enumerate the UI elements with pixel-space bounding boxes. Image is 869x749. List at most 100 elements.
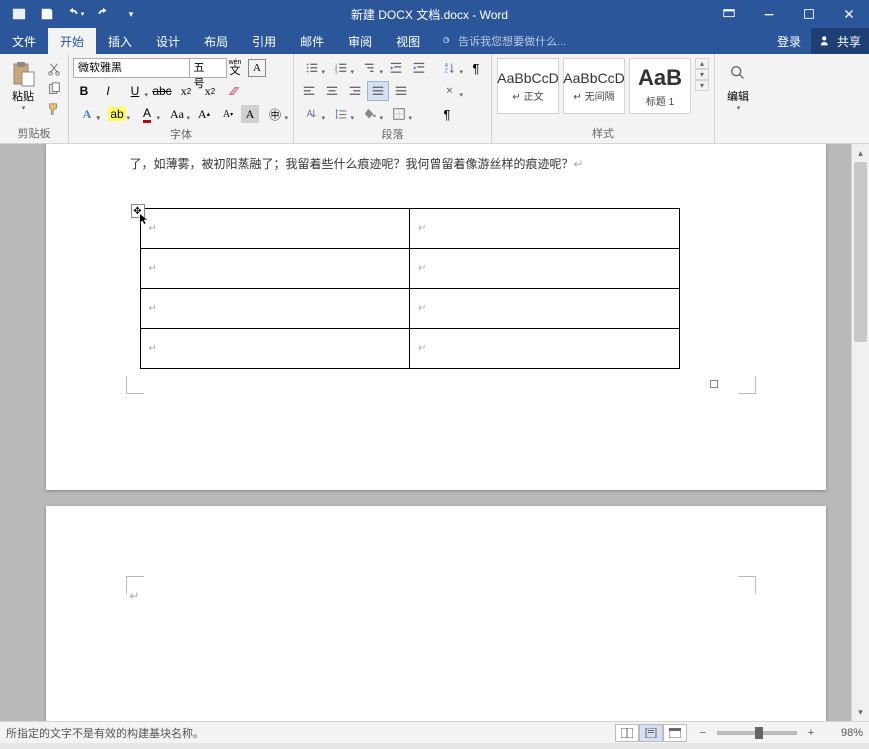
- styles-scroll-up[interactable]: ▴: [695, 58, 709, 69]
- increase-indent-button[interactable]: [408, 58, 430, 78]
- table-cell[interactable]: ↵: [410, 248, 680, 288]
- undo-button[interactable]: ▾: [64, 3, 86, 25]
- zoom-out-button[interactable]: −: [695, 725, 711, 741]
- view-print-layout[interactable]: [639, 724, 663, 742]
- tab-layout[interactable]: 布局: [192, 28, 240, 54]
- style-no-spacing[interactable]: AaBbCcD ↵ 无间隔: [563, 58, 625, 114]
- scroll-track[interactable]: [852, 162, 869, 703]
- justify-button[interactable]: [367, 81, 389, 101]
- text-effects-button[interactable]: A: [73, 104, 101, 124]
- borders-button[interactable]: [385, 104, 413, 124]
- bullets-button[interactable]: [298, 58, 326, 78]
- styles-expand[interactable]: ▾: [695, 80, 709, 91]
- tab-view[interactable]: 视图: [384, 28, 432, 54]
- align-left-button[interactable]: [298, 81, 320, 101]
- login-button[interactable]: 登录: [767, 28, 811, 54]
- char-border-button[interactable]: A: [248, 59, 266, 77]
- cut-button[interactable]: [44, 60, 64, 78]
- paste-button[interactable]: 粘贴 ▾: [4, 56, 42, 112]
- ribbon-options-button[interactable]: [709, 0, 749, 28]
- tab-file[interactable]: 文件: [0, 28, 48, 54]
- sort-button[interactable]: AZ: [436, 58, 464, 78]
- highlight-button[interactable]: ab: [103, 104, 131, 124]
- share-button[interactable]: 共享: [811, 28, 869, 54]
- copy-button[interactable]: [44, 80, 64, 98]
- save-button[interactable]: [36, 3, 58, 25]
- line-spacing-button[interactable]: [327, 104, 355, 124]
- styles-scroll-down[interactable]: ▾: [695, 69, 709, 80]
- scroll-up-button[interactable]: ▴: [852, 144, 869, 162]
- table-cell[interactable]: ↵: [410, 288, 680, 328]
- tab-review[interactable]: 审阅: [336, 28, 384, 54]
- close-button[interactable]: [829, 0, 869, 28]
- document-table[interactable]: ↵↵ ↵↵ ↵↵ ↵↵: [140, 208, 680, 369]
- multilevel-list-button[interactable]: [356, 58, 384, 78]
- underline-button[interactable]: U: [121, 81, 149, 101]
- table-cell[interactable]: ↵: [410, 328, 680, 368]
- zoom-in-button[interactable]: +: [803, 725, 819, 741]
- style-normal[interactable]: AaBbCcD ↵ 正文: [497, 58, 559, 114]
- qat-customize[interactable]: ▾: [120, 3, 142, 25]
- phonetic-guide-button[interactable]: wén文: [224, 58, 246, 78]
- clear-formatting-button[interactable]: [223, 81, 245, 101]
- table-cell[interactable]: ↵: [140, 288, 410, 328]
- grow-font-button[interactable]: A▴: [193, 104, 215, 124]
- zoom-level[interactable]: 98%: [825, 727, 863, 739]
- table-row[interactable]: ↵↵: [140, 248, 679, 288]
- enclose-char-button[interactable]: ㊥: [261, 104, 289, 124]
- table-row[interactable]: ↵↵: [140, 328, 679, 368]
- text-direction-button[interactable]: A: [298, 104, 326, 124]
- decrease-indent-button[interactable]: [385, 58, 407, 78]
- align-center-button[interactable]: [321, 81, 343, 101]
- table-resize-handle[interactable]: [710, 380, 718, 388]
- redo-button[interactable]: [92, 3, 114, 25]
- table-row[interactable]: ↵↵: [140, 208, 679, 248]
- tab-design[interactable]: 设计: [144, 28, 192, 54]
- bold-button[interactable]: B: [73, 81, 95, 101]
- body-paragraph[interactable]: ↵: [106, 586, 766, 608]
- strikethrough-button[interactable]: abc: [151, 81, 173, 101]
- change-case-button[interactable]: Aa: [163, 104, 191, 124]
- table-row[interactable]: ↵↵: [140, 288, 679, 328]
- tab-references[interactable]: 引用: [240, 28, 288, 54]
- align-right-button[interactable]: [344, 81, 366, 101]
- view-web-layout[interactable]: [663, 724, 687, 742]
- vertical-scrollbar[interactable]: ▴ ▾: [851, 144, 869, 721]
- scroll-down-button[interactable]: ▾: [852, 703, 869, 721]
- font-color-button[interactable]: A: [133, 104, 161, 124]
- tell-me-search[interactable]: 告诉我您想要做什么...: [432, 28, 574, 54]
- tab-insert[interactable]: 插入: [96, 28, 144, 54]
- show-marks-button[interactable]: ¶: [465, 58, 487, 78]
- format-painter-button[interactable]: [44, 100, 64, 118]
- table-cell[interactable]: ↵: [140, 328, 410, 368]
- italic-button[interactable]: I: [97, 81, 119, 101]
- table-cell[interactable]: ↵: [140, 208, 410, 248]
- page-2[interactable]: ↵: [46, 506, 826, 721]
- style-heading1[interactable]: AaB 标题 1: [629, 58, 691, 114]
- table-cell[interactable]: ↵: [410, 208, 680, 248]
- document-scroll[interactable]: 了，如薄雾，被初阳蒸融了；我留着些什么痕迹呢？我何曾留着像游丝样的痕迹呢？↵ ✥…: [0, 144, 851, 721]
- asian-layout-button[interactable]: ✕: [436, 81, 464, 101]
- maximize-button[interactable]: [789, 0, 829, 28]
- view-read-mode[interactable]: [615, 724, 639, 742]
- tab-mailings[interactable]: 邮件: [288, 28, 336, 54]
- table-cell[interactable]: ↵: [140, 248, 410, 288]
- numbering-button[interactable]: 123: [327, 58, 355, 78]
- minimize-button[interactable]: [749, 0, 789, 28]
- shrink-font-button[interactable]: A▾: [217, 104, 239, 124]
- show-marks-button-2[interactable]: ¶: [436, 104, 458, 124]
- shading-button[interactable]: [356, 104, 384, 124]
- page-1[interactable]: 了，如薄雾，被初阳蒸融了；我留着些什么痕迹呢？我何曾留着像游丝样的痕迹呢？↵ ✥…: [46, 144, 826, 490]
- distributed-button[interactable]: [390, 81, 412, 101]
- char-shading-button[interactable]: A: [241, 105, 259, 123]
- font-size-select[interactable]: 五号: [189, 58, 227, 78]
- zoom-slider[interactable]: [717, 731, 797, 735]
- zoom-thumb[interactable]: [755, 727, 763, 739]
- status-message[interactable]: 所指定的文字不是有效的构建基块名称。: [6, 725, 615, 741]
- find-button[interactable]: [723, 62, 753, 84]
- tab-home[interactable]: 开始: [48, 28, 96, 54]
- scroll-thumb[interactable]: [854, 162, 867, 342]
- body-paragraph[interactable]: 了，如薄雾，被初阳蒸融了；我留着些什么痕迹呢？我何曾留着像游丝样的痕迹呢？↵: [106, 154, 766, 176]
- word-icon[interactable]: [8, 3, 30, 25]
- font-name-select[interactable]: 微软雅黑: [73, 58, 191, 78]
